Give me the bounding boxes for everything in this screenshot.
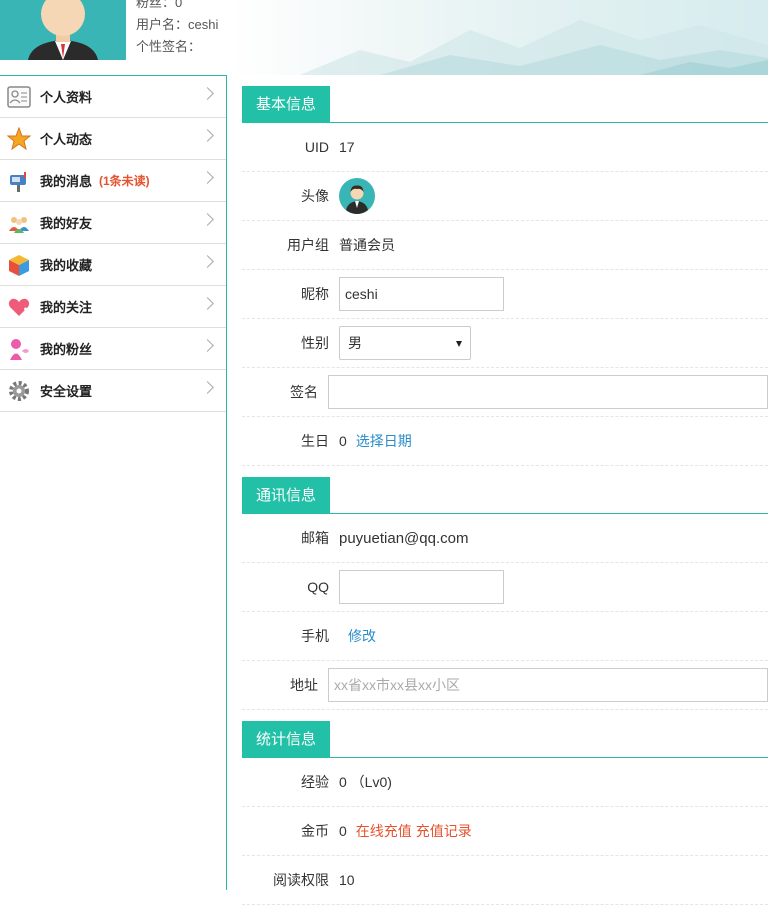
sidebar-item-label: 安全设置 [40, 384, 93, 399]
address-row: 地址 [242, 661, 768, 710]
chevron-right-icon [201, 87, 214, 100]
user-avatar-icon [28, 0, 98, 60]
email-label: 邮箱 [301, 530, 329, 546]
read-permission-label: 阅读权限 [273, 872, 329, 888]
sidebar-item-label: 个人动态 [40, 132, 93, 147]
heart-icon [6, 294, 32, 320]
section-title: 基本信息 [242, 86, 331, 123]
caret-down-icon [456, 341, 462, 347]
chevron-right-icon [201, 297, 214, 310]
read-permission-value: 10 [339, 872, 355, 888]
uid-label: UID [304, 139, 329, 155]
username-line: 用户名：ceshi [136, 17, 219, 32]
avatar-label: 头像 [301, 188, 329, 204]
address-label: 地址 [290, 677, 318, 693]
section-header-contact: 通讯信息 [242, 477, 768, 514]
email-value: puyuetian@qq.com [339, 529, 469, 547]
select-date-link[interactable]: 选择日期 [356, 431, 412, 451]
nickname-input[interactable] [339, 277, 504, 311]
unread-badge: (1条未读) [99, 174, 150, 188]
experience-label: 经验 [301, 774, 329, 790]
section-title: 统计信息 [242, 721, 331, 758]
avatar-row: 头像 [242, 172, 768, 221]
nickname-label: 昵称 [301, 286, 329, 302]
birthday-row: 生日 0 选择日期 [242, 417, 768, 466]
chevron-right-icon [201, 381, 214, 394]
birthday-value: 0 [339, 433, 347, 449]
section-title: 通讯信息 [242, 477, 331, 514]
chevron-right-icon [201, 339, 214, 352]
experience-value: 0 （Lv0) [339, 774, 392, 790]
usergroup-label: 用户组 [287, 237, 329, 253]
sidebar-item-security[interactable]: 安全设置 [0, 370, 226, 412]
coins-row: 金币 0 在线充值 充值记录 [242, 807, 768, 856]
gender-select[interactable]: 男 [339, 326, 471, 360]
coins-value: 0 [339, 823, 347, 839]
gender-label: 性别 [301, 335, 329, 351]
sidebar-item-label: 我的关注 [40, 300, 93, 315]
signature-input[interactable] [328, 375, 768, 409]
profile-header: 粉丝：0 用户名：ceshi 个性签名： [0, 0, 768, 75]
sidebar-item-label: 我的消息 [40, 174, 93, 189]
sidebar-item-label: 我的粉丝 [40, 342, 93, 357]
recharge-records-link[interactable]: 充值记录 [416, 821, 472, 841]
fan-person-icon [6, 336, 32, 362]
qq-input[interactable] [339, 570, 504, 604]
signature-line: 个性签名： [136, 39, 202, 54]
signature-label: 签名 [290, 384, 318, 400]
fans-count: 粉丝：0 [136, 0, 183, 10]
usergroup-value: 普通会员 [339, 237, 395, 253]
avatar[interactable] [0, 0, 126, 60]
chevron-right-icon [201, 129, 214, 142]
main-content: 基本信息 UID 17 头像 用户组 普通会员 昵称 性别 男 [242, 86, 768, 905]
coins-label: 金币 [301, 823, 329, 839]
sidebar-item-label: 我的好友 [40, 216, 93, 231]
sidebar-item-fans[interactable]: 我的粉丝 [0, 328, 226, 370]
sidebar-item-profile[interactable]: 个人资料 [0, 76, 226, 118]
gear-icon [6, 378, 32, 404]
sidebar-item-messages[interactable]: 我的消息 (1条未读) [0, 160, 226, 202]
read-permission-row: 阅读权限 10 [242, 856, 768, 905]
uid-row: UID 17 [242, 123, 768, 172]
address-input[interactable] [328, 668, 768, 702]
section-header-stats: 统计信息 [242, 721, 768, 758]
profile-card-icon [6, 84, 32, 110]
section-header-basic: 基本信息 [242, 86, 768, 123]
mailbox-icon [6, 168, 32, 194]
sidebar-item-friends[interactable]: 我的好友 [0, 202, 226, 244]
sidebar-item-activity[interactable]: 个人动态 [0, 118, 226, 160]
sidebar-item-following[interactable]: 我的关注 [0, 286, 226, 328]
nickname-row: 昵称 [242, 270, 768, 319]
experience-row: 经验 0 （Lv0) [242, 758, 768, 807]
email-row: 邮箱 puyuetian@qq.com [242, 514, 768, 563]
recharge-link[interactable]: 在线充值 [356, 821, 412, 841]
friends-icon [6, 210, 32, 236]
qq-row: QQ [242, 563, 768, 612]
sidebar-item-label: 个人资料 [40, 90, 93, 105]
gender-selected-value: 男 [348, 335, 362, 351]
sidebar-item-label: 我的收藏 [40, 258, 93, 273]
sidebar-item-favorites[interactable]: 我的收藏 [0, 244, 226, 286]
phone-row: 手机 修改 [242, 612, 768, 661]
usergroup-row: 用户组 普通会员 [242, 221, 768, 270]
avatar-small-icon[interactable] [339, 178, 375, 214]
phone-modify-link[interactable]: 修改 [348, 626, 376, 646]
phone-label: 手机 [301, 628, 329, 644]
signature-row: 签名 [242, 368, 768, 417]
uid-value: 17 [339, 139, 355, 155]
chevron-right-icon [201, 255, 214, 268]
sidebar: 个人资料 个人动态 我的消息 (1条未读) 我的好友 我的收藏 我的关注 我的粉… [0, 75, 227, 890]
star-icon [6, 126, 32, 152]
gender-row: 性别 男 [242, 319, 768, 368]
cube-icon [6, 252, 32, 278]
chevron-right-icon [201, 171, 214, 184]
chevron-right-icon [201, 213, 214, 226]
birthday-label: 生日 [301, 433, 329, 449]
qq-label: QQ [307, 579, 329, 595]
